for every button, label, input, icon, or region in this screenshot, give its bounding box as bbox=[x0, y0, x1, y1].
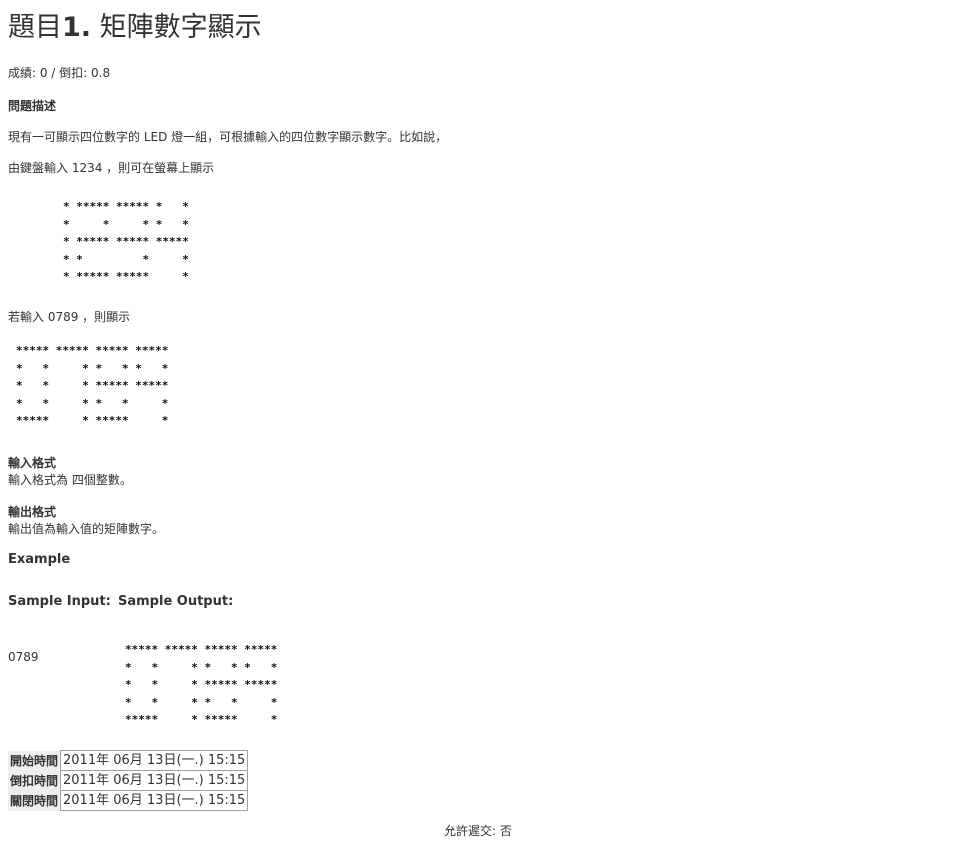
table-row: 倒扣時間 2011年 06月 13日(一.) 15:15 bbox=[8, 770, 249, 791]
led-art-1234: * ***** ***** * * * * * * * * ***** ****… bbox=[63, 200, 189, 283]
description-line-1: 現有一可顯示四位數字的 LED 燈一組，可根據輸入的四位數字顯示數字。比如說， bbox=[8, 130, 448, 144]
sample-input-value: 0789 bbox=[8, 650, 39, 664]
close-time-value: 2011年 06月 13日(一.) 15:15 bbox=[60, 790, 249, 811]
table-row: 開始時間 2011年 06月 13日(一.) 15:15 bbox=[8, 750, 249, 771]
penalty-time-label: 倒扣時間 bbox=[8, 770, 61, 791]
schedule-table: 開始時間 2011年 06月 13日(一.) 15:15 倒扣時間 2011年 … bbox=[8, 750, 249, 811]
sample-input-label: Sample Input: bbox=[8, 594, 111, 609]
output-format-label: 輸出格式 bbox=[8, 505, 57, 519]
input-format-label: 輸入格式 bbox=[8, 456, 57, 470]
score-line: 成績: 0 / 倒扣: 0.8 bbox=[8, 66, 111, 80]
sample-output-art: ***** ***** ***** ***** * * * * * * * * … bbox=[125, 643, 278, 726]
output-format-text: 輸出值為輸入值的矩陣數字。 bbox=[8, 522, 165, 536]
led-art-0789: ***** ***** ***** ***** * * * * * * * * … bbox=[16, 344, 169, 427]
problem-title: 題目1. 矩陣數字顯示 bbox=[8, 10, 262, 46]
description-label: 問題描述 bbox=[8, 99, 57, 113]
table-row: 關閉時間 2011年 06月 13日(一.) 15:15 bbox=[8, 790, 249, 811]
title-prefix: 題目 bbox=[8, 12, 62, 43]
start-time-value: 2011年 06月 13日(一.) 15:15 bbox=[60, 750, 249, 771]
description-line-3: 若輸入 0789 ，則顯示 bbox=[8, 310, 131, 324]
close-time-label: 關閉時間 bbox=[8, 790, 61, 811]
input-format-text: 輸入格式為 四個整數。 bbox=[8, 473, 132, 487]
example-heading: Example bbox=[8, 552, 71, 567]
description-line-2: 由鍵盤輸入 1234 ，則可在螢幕上顯示 bbox=[8, 161, 215, 175]
title-name: 矩陣數字顯示 bbox=[91, 12, 262, 43]
start-time-label: 開始時間 bbox=[8, 750, 61, 771]
penalty-time-value: 2011年 06月 13日(一.) 15:15 bbox=[60, 770, 249, 791]
title-number: 1. bbox=[62, 12, 92, 43]
sample-output-label: Sample Output: bbox=[118, 594, 234, 609]
late-submit-note: 允許遲交: 否 bbox=[444, 824, 512, 838]
page-body: { "problem": { "title_prefix": "題目", "ti… bbox=[0, 0, 964, 862]
